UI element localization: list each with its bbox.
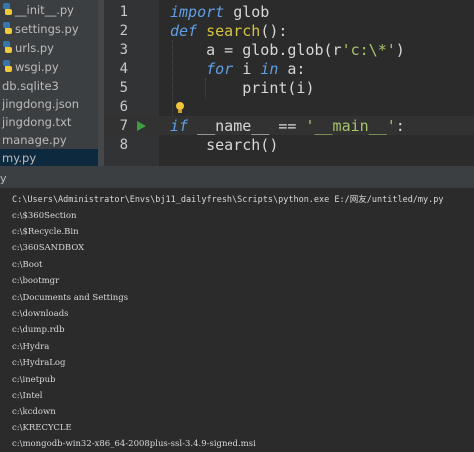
code-line-7: if __name__ == '__main__':: [170, 117, 405, 135]
tree-item-settings[interactable]: settings.py: [2, 20, 79, 38]
tree-item-jingdong-txt[interactable]: jingdong.txt: [2, 113, 71, 131]
console-line: c:\KRECYCLE: [12, 423, 72, 433]
tree-item-my[interactable]: my.py: [0, 149, 98, 166]
tree-item-init[interactable]: __init__.py: [2, 1, 74, 19]
console-line: c:\$Recycle.Bin: [12, 227, 79, 237]
console-line: c:\$360Section: [12, 211, 77, 221]
python-file-icon: [2, 41, 12, 53]
console-line: c:\mongodb-win32-x86_64-2008plus-ssl-3.4…: [12, 439, 256, 449]
console-line: c:\360SANDBOX: [12, 243, 85, 253]
console-line: c:\downloads: [12, 309, 69, 319]
code-line-8: search(): [170, 136, 279, 154]
code-line-4: for i in a:: [206, 60, 306, 78]
tree-item-urls[interactable]: urls.py: [2, 39, 54, 57]
console-line: c:\kcdown: [12, 407, 56, 417]
project-tree: __init__.py settings.py urls.py wsgi.py …: [0, 0, 104, 166]
tree-item-wsgi[interactable]: wsgi.py: [2, 58, 59, 76]
lightbulb-icon[interactable]: [176, 102, 184, 113]
line-number: 1: [119, 4, 128, 20]
console-line: c:\Documents and Settings: [12, 293, 129, 303]
line-number: 2: [119, 23, 128, 39]
console-line: c:\Hydra: [12, 342, 50, 352]
console-line: c:\Intel: [12, 391, 43, 401]
console-line: c:\inetpub: [12, 375, 56, 385]
run-gutter-icon[interactable]: [137, 121, 146, 131]
python-file-icon: [2, 3, 12, 15]
console-line: c:\HydraLog: [12, 358, 66, 368]
run-panel-title: y: [0, 172, 7, 185]
python-file-icon: [2, 60, 12, 72]
line-number: 6: [119, 99, 128, 115]
line-number: 3: [119, 42, 128, 58]
tree-item-manage[interactable]: manage.py: [2, 131, 67, 149]
line-number: 7: [119, 118, 128, 134]
tree-item-jingdong-json[interactable]: jingdong.json: [2, 95, 79, 113]
line-number: 4: [119, 61, 128, 77]
console-line: c:\Boot: [12, 260, 43, 270]
code-line-2: def search():: [170, 22, 288, 40]
console-line: c:\dump.rdb: [12, 325, 65, 335]
line-number: 8: [119, 137, 128, 153]
code-line-5: print(i): [170, 79, 315, 97]
python-file-icon: [2, 22, 12, 34]
code-line-1: import glob: [170, 3, 270, 21]
console-line: C:\Users\Administrator\Envs\bj11_dailyfr…: [12, 195, 444, 205]
code-line-3: a = glob.glob(r'c:\*'): [170, 41, 405, 59]
line-number: 5: [119, 80, 128, 96]
run-panel-header: y: [0, 170, 474, 188]
console-line: c:\bootmgr: [12, 276, 60, 286]
tree-item-db[interactable]: db.sqlite3: [2, 77, 59, 95]
